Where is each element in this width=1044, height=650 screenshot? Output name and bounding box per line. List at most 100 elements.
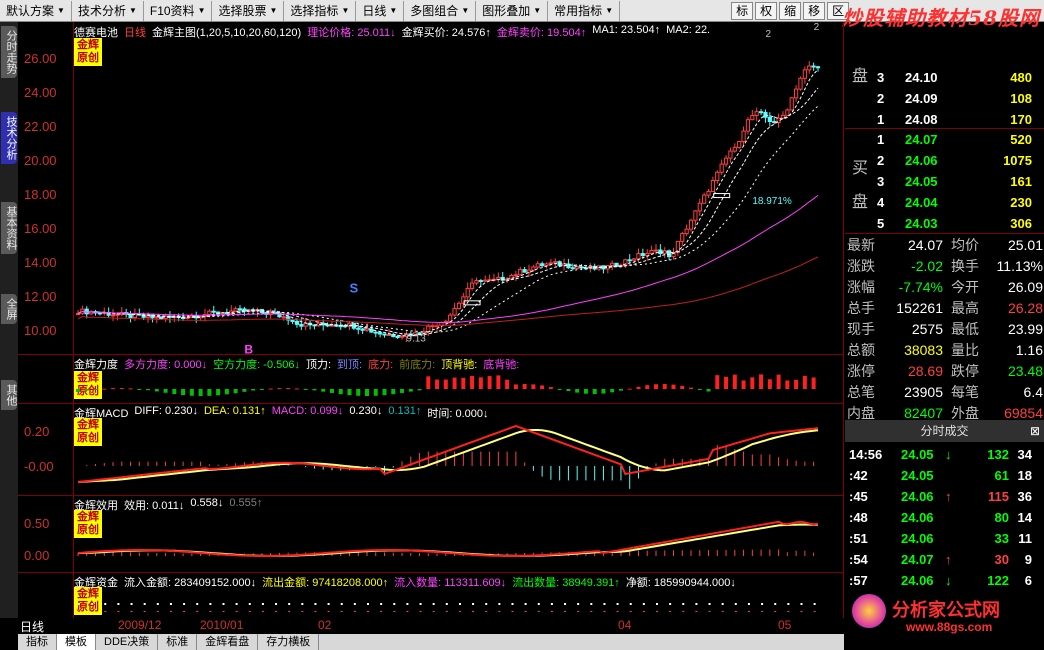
candle-body — [715, 171, 720, 181]
price-box-marker — [713, 193, 731, 199]
candle-body — [535, 263, 540, 268]
toolbar-button-2[interactable]: 缩 — [779, 1, 802, 20]
ask-row[interactable]: 1 24.08 170 — [845, 108, 1044, 130]
bottom-tab-3[interactable]: 标准 — [158, 634, 198, 650]
candle-body — [640, 253, 645, 256]
chevron-down-icon: ▼ — [605, 5, 614, 15]
force-bar — [216, 389, 221, 396]
bid-row[interactable]: 5 24.03 306 — [845, 212, 1044, 234]
fund-dot — [143, 603, 146, 605]
price-chart[interactable]: S B 9.13 18.971% 2 2 — [18, 22, 844, 354]
force-bar — [601, 389, 606, 394]
date-axis: 日线 2009/12 2010/01 02 04 05 — [18, 618, 844, 634]
trade-row: :57 24.06 ↓ 122 6 — [849, 573, 1032, 588]
candle-body — [513, 274, 518, 277]
fund-dot — [445, 611, 448, 612]
toolbar-menu-8[interactable]: 常用指标 ▼ — [548, 0, 621, 21]
toolbar-menu-1[interactable]: 技术分析 ▼ — [72, 0, 144, 21]
toolbar-menu-0[interactable]: 默认方案 ▼ — [0, 0, 72, 21]
ask-row[interactable]: 3 24.10 480 — [845, 66, 1044, 88]
fund-dot — [288, 603, 291, 605]
fund-dot — [603, 611, 606, 612]
force-bar — [671, 384, 676, 389]
fund-dot — [130, 611, 133, 612]
fund-dot — [721, 603, 724, 605]
date-label: 2010/01 — [200, 618, 244, 632]
force-bar — [400, 389, 405, 393]
bid-row[interactable]: 1 24.07 520 — [845, 128, 1044, 150]
bid-row[interactable]: 4 24.04 230 — [845, 191, 1044, 213]
fund-dot — [196, 603, 199, 605]
bottom-tab-4[interactable]: 金辉看盘 — [197, 634, 259, 650]
fund-dot — [91, 603, 94, 605]
force-bar — [435, 379, 440, 389]
candle-body — [386, 333, 391, 336]
toolbar-button-1[interactable]: 权 — [755, 1, 778, 20]
force-bar — [242, 389, 247, 392]
stamp-title: 分析家公式网 — [892, 600, 1000, 620]
effect-chart[interactable] — [18, 496, 844, 573]
force-chart[interactable] — [18, 355, 844, 404]
fund-dot — [248, 611, 251, 612]
ask-row[interactable]: 2 24.09 108 — [845, 87, 1044, 109]
fund-dot — [261, 603, 264, 605]
trade-row: :54 24.07 ↑ 30 9 — [849, 552, 1032, 567]
candle-body — [373, 331, 378, 334]
toolbar-menu-6[interactable]: 多图组合 ▼ — [404, 0, 477, 21]
toolbar-menu-4[interactable]: 选择指标 ▼ — [284, 0, 357, 21]
price-ytick: 16.00 — [24, 221, 57, 237]
marker-label: 2 — [765, 29, 771, 40]
chevron-down-icon: ▼ — [461, 5, 470, 15]
fund-dot — [235, 603, 238, 605]
force-bar — [417, 389, 422, 391]
toolbar-menu-5[interactable]: 日线 ▼ — [356, 0, 405, 21]
fund-dot — [498, 611, 501, 612]
force-bar — [294, 388, 299, 390]
side-tab-1[interactable]: 技术分析 — [1, 112, 17, 164]
close-icon[interactable]: ⊠ — [1030, 420, 1040, 442]
bottom-tab-1[interactable]: 模板 — [57, 634, 96, 650]
toolbar-menu-2[interactable]: F10资料 ▼ — [144, 0, 213, 21]
candle-body — [360, 328, 365, 331]
fund-dot — [156, 603, 159, 605]
force-bar — [540, 385, 545, 389]
price-ytick: 10.00 — [24, 323, 57, 339]
candle-body — [356, 327, 361, 330]
toolbar-button-0[interactable]: 标 — [731, 1, 754, 20]
bid-row[interactable]: 2 24.06 1075 — [845, 149, 1044, 171]
toolbar-menu-3[interactable]: 选择股票 ▼ — [212, 0, 285, 21]
fund-dot — [419, 603, 422, 605]
candle-body — [688, 219, 694, 230]
macd-chart[interactable] — [18, 404, 844, 496]
fund-chart[interactable] — [18, 573, 844, 619]
force-bar — [137, 389, 142, 390]
fund-dot — [156, 611, 159, 612]
candle-body — [518, 269, 523, 276]
force-bar — [802, 375, 807, 389]
toolbar-button-3[interactable]: 移 — [803, 1, 826, 20]
side-tab-3[interactable]: 全屏 — [1, 294, 17, 324]
fund-dot — [130, 603, 133, 605]
side-tab-4[interactable]: 其他 — [1, 380, 17, 410]
bottom-tab-2[interactable]: DDE决策 — [96, 634, 159, 650]
bid-row[interactable]: 3 24.05 161 — [845, 170, 1044, 192]
candle-body — [478, 280, 483, 283]
chevron-down-icon: ▼ — [269, 5, 278, 15]
fund-dot — [104, 603, 107, 605]
force-bar — [811, 377, 816, 389]
force-bar — [207, 389, 212, 396]
side-tab-2[interactable]: 基本资料 — [1, 202, 17, 254]
fund-dot — [458, 611, 461, 612]
toolbar-menu-7[interactable]: 图形叠加 ▼ — [476, 0, 549, 21]
candle-body — [452, 308, 457, 316]
bottom-tab-0[interactable]: 指标 — [18, 634, 57, 650]
fund-dot — [761, 603, 764, 605]
low-label: 9.13 — [406, 334, 426, 345]
toolbar-menu-label: 常用指标 — [554, 3, 603, 18]
side-tab-0[interactable]: 分时走势 — [1, 26, 17, 78]
fund-dot — [629, 611, 632, 612]
fund-dot — [143, 611, 146, 612]
bottom-tab-5[interactable]: 存力横板 — [258, 634, 320, 650]
chevron-down-icon: ▼ — [533, 5, 542, 15]
candle-body — [667, 250, 672, 258]
